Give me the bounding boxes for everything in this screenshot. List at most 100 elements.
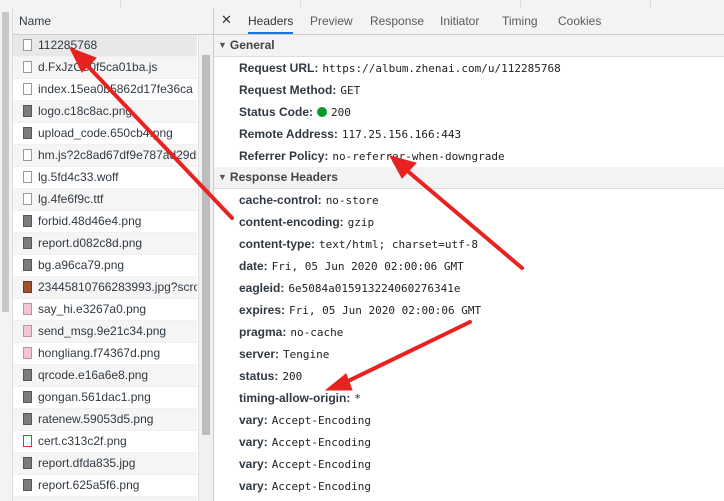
image-icon xyxy=(23,105,32,117)
request-row[interactable]: hm.js?2c8ad67df9e787ad29db xyxy=(13,145,197,167)
request-row[interactable]: qrcode.e16a6e8.png xyxy=(13,365,197,387)
header-value: Accept-Encoding xyxy=(271,458,372,471)
header-value: GET xyxy=(340,84,361,97)
request-row[interactable]: logo.c18c8ac.png xyxy=(13,101,197,123)
request-row[interactable]: say_hi.e3267a0.png xyxy=(13,299,197,321)
request-name: hm.js?2c8ad67df9e787ad29db xyxy=(38,148,197,162)
header-key: vary: xyxy=(239,413,268,427)
script-icon xyxy=(23,61,32,73)
tab-timing[interactable]: Timing xyxy=(502,8,538,34)
triangle-down-icon[interactable]: ▼ xyxy=(218,167,227,188)
request-name: report.dfda835.jpg xyxy=(38,456,136,470)
header-key: Referrer Policy: xyxy=(239,149,329,163)
header-key: Request URL: xyxy=(239,61,319,75)
request-row[interactable]: upload_code.650cb4.png xyxy=(13,123,197,145)
request-row[interactable]: 23445810766283993.jpg?scro xyxy=(13,277,197,299)
general-section-header[interactable]: ▼ General xyxy=(214,35,724,57)
triangle-down-icon[interactable]: ▼ xyxy=(218,35,227,56)
header-value: no-cache xyxy=(290,326,344,339)
header-value: 117.25.156.166:443 xyxy=(341,128,462,141)
request-row[interactable]: 112285768 xyxy=(13,35,197,57)
tab-cookies[interactable]: Cookies xyxy=(558,8,601,34)
header-value: no-referrer-when-downgrade xyxy=(332,150,505,163)
header-row: status: 200 xyxy=(214,365,724,387)
header-row: cache-control: no-store xyxy=(214,189,724,211)
image-icon xyxy=(23,237,32,249)
header-value: Tengine xyxy=(283,348,330,361)
request-list: 112285768 d.FxJzG50f5ca01ba.js index.15ea0… xyxy=(13,35,197,501)
request-row[interactable]: report.625a5f6.png xyxy=(13,475,197,497)
toolbar-divider xyxy=(300,0,301,8)
request-row[interactable]: index.15ea0b5862d17fe36ca xyxy=(13,79,197,101)
toolbar-divider xyxy=(520,0,521,8)
request-name: d.FxJzG50f5ca01ba.js xyxy=(38,60,158,74)
image-icon xyxy=(23,369,32,381)
request-row[interactable]: forbid.48d46e4.png xyxy=(13,211,197,233)
request-row[interactable]: report.dfda835.jpg xyxy=(13,453,197,475)
image-icon xyxy=(23,347,32,359)
header-row: eagleid: 6e5084a015913224060276341e xyxy=(214,277,724,299)
header-row: vary: Accept-Encoding xyxy=(214,453,724,475)
header-value: 200 xyxy=(331,106,351,119)
status-ok-icon xyxy=(317,107,328,117)
header-value: gzip xyxy=(347,216,375,229)
name-column-header[interactable]: Name xyxy=(13,8,213,35)
header-key: content-type: xyxy=(239,237,315,251)
header-key: status: xyxy=(239,369,279,383)
request-row[interactable]: lg.5fd4c33.woff xyxy=(13,167,197,189)
request-name: report.625a5f6.png xyxy=(38,478,140,492)
header-key: date: xyxy=(239,259,268,273)
tab-response[interactable]: Response xyxy=(370,8,424,34)
request-row[interactable]: hongliang.f74367d.png xyxy=(13,343,197,365)
request-name: say_hi.e3267a0.png xyxy=(38,302,147,316)
response-headers-section-title: Response Headers xyxy=(229,170,338,184)
general-section-title: General xyxy=(229,38,275,52)
request-name: upload_code.650cb4.png xyxy=(38,126,173,140)
request-name: lg.4fe6f9c.ttf xyxy=(38,192,104,206)
header-value: Accept-Encoding xyxy=(271,480,372,493)
request-row[interactable]: cert.c313c2f.png xyxy=(13,431,197,453)
response-headers-section-header[interactable]: ▼ Response Headers xyxy=(214,167,724,189)
request-row[interactable]: gongan.561dac1.png xyxy=(13,387,197,409)
request-name: logo.c18c8ac.png xyxy=(38,104,133,118)
header-row: Request Method: GET xyxy=(214,79,724,101)
header-row: server: Tengine xyxy=(214,343,724,365)
tab-preview[interactable]: Preview xyxy=(310,8,353,34)
image-icon xyxy=(23,457,32,469)
request-name: 112285768 xyxy=(38,38,98,52)
header-key: vary: xyxy=(239,479,268,493)
request-row[interactable]: send_msg.9e21c34.png xyxy=(13,321,197,343)
request-list-scrollbar-thumb[interactable] xyxy=(202,55,210,435)
header-key: vary: xyxy=(239,435,268,449)
font-icon xyxy=(23,171,32,183)
tab-initiator[interactable]: Initiator xyxy=(440,8,479,34)
request-name: hongliang.f74367d.png xyxy=(38,346,161,360)
header-row: Referrer Policy: no-referrer-when-downgra… xyxy=(214,145,724,167)
image-icon xyxy=(23,215,32,227)
header-value: * xyxy=(354,392,361,405)
image-icon xyxy=(23,303,32,315)
request-row[interactable]: bg.a96ca79.png xyxy=(13,255,197,277)
header-value: 200 xyxy=(282,370,303,383)
header-row: timing-allow-origin: * xyxy=(214,387,724,409)
close-icon[interactable]: ✕ xyxy=(221,12,232,28)
request-row[interactable]: report.d082c8d.png xyxy=(13,233,197,255)
request-name: bg.a96ca79.png xyxy=(38,258,125,272)
request-list-scrollbar[interactable] xyxy=(198,35,213,501)
request-row[interactable]: lg.4fe6f9c.ttf xyxy=(13,189,197,211)
toolbar-divider xyxy=(120,0,121,8)
request-row[interactable]: licence.d435d16.png xyxy=(13,497,197,501)
header-value: Fri, 05 Jun 2020 02:00:06 GMT xyxy=(271,260,464,273)
header-value: no-store xyxy=(325,194,379,207)
photo-icon xyxy=(23,281,32,293)
header-row: vary: Accept-Encoding xyxy=(214,431,724,453)
request-details-panel: ✕ Headers Preview Response Initiator Timing C… xyxy=(214,8,724,501)
request-row[interactable]: d.FxJzG50f5ca01ba.js xyxy=(13,57,197,79)
tab-headers[interactable]: Headers xyxy=(248,8,294,34)
header-row: Status Code: 200 xyxy=(214,101,724,123)
outer-scrollbar-thumb[interactable] xyxy=(2,12,9,312)
header-value: Accept-Encoding xyxy=(271,436,372,449)
stylesheet-icon xyxy=(23,83,32,95)
request-row[interactable]: ratenew.59053d5.png xyxy=(13,409,197,431)
outer-scrollbar[interactable] xyxy=(0,8,13,501)
